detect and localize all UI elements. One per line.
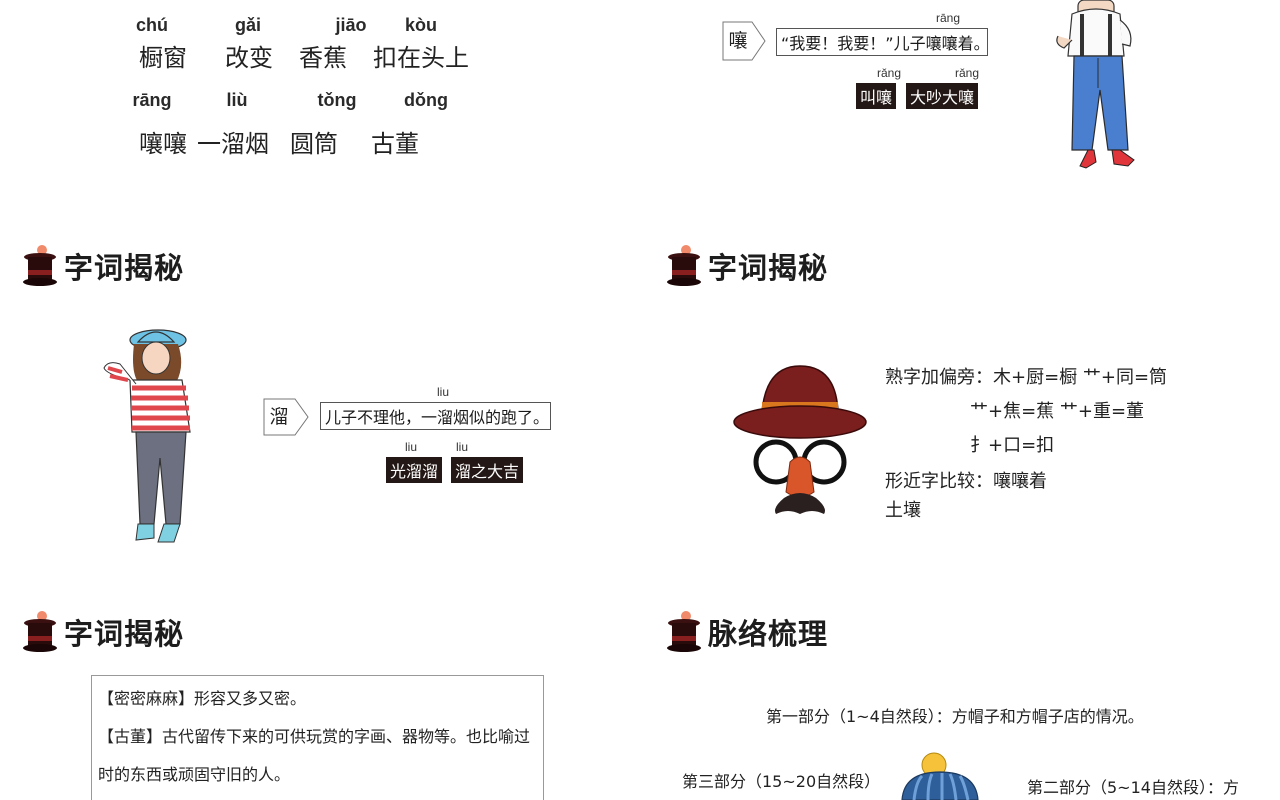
part-three-text: 第三部分（15~20自然段） [682,772,881,791]
section-heading: 脉络梳理 [666,607,828,657]
word-gudong: 古董 [371,130,419,158]
magic-top-hat-icon [667,611,701,652]
radical-line-3: 扌+口=扣 [970,435,1055,456]
chip-pinyin-1: liu [405,440,418,454]
definition-gudong-cont: 时的东西或顽固守旧的人。 [98,765,291,784]
disguise-hat-glasses-illustration [733,365,867,514]
part-two-text: 第二部分（5~14自然段）：方 [1027,778,1239,797]
chip-pinyin-1: rǎng [877,66,902,80]
section-heading: 字词揭秘 [22,607,184,657]
definition-gudong: 【古董】古代留传下来的可供玩赏的字画、器物等。也比喻过 [98,727,531,746]
pinyin-rang: rāng [132,90,172,110]
word-yuantong: 圆筒 [290,130,338,158]
word-xiangjiao: 香蕉 [299,44,347,72]
tag-rang: 嚷 [722,21,766,61]
word-rangrang: 嚷嚷 [139,130,187,158]
magic-top-hat-icon [667,245,701,286]
magic-top-hat-icon [23,611,57,652]
magic-top-hat-icon [23,245,57,286]
pinyin-dong: dǒng [404,90,448,110]
section-title: 字词揭秘 [64,251,185,285]
girl-illustration [103,329,191,543]
section-title: 脉络梳理 [708,617,829,651]
section-title: 字词揭秘 [64,617,185,651]
boy-illustration [1056,0,1135,169]
tag-liu: 溜 [263,398,309,436]
pinyin-chu: chú [135,15,168,35]
knit-beanie-illustration [901,752,979,800]
chip-pinyin-2: liu [456,440,469,454]
radical-line-1: 熟字加偏旁：木+厨=橱 艹+同=筒 [885,367,1168,388]
section-heading: 字词揭秘 [22,241,184,291]
word-kouzaitoushang: 扣在头上 [373,44,469,72]
example-sentence: “我要！我要！”儿子嚷嚷着。 [776,28,990,56]
definition-box: 【密密麻麻】形容又多又密。 【古董】古代留传下来的可供玩赏的字画、器物等。也比喻… [91,675,544,800]
section-title: 字词揭秘 [708,251,829,285]
similar-char-tuhrang: 土壤 [885,500,921,521]
word-chuchuang: 橱窗 [139,44,187,72]
example-sentence: 儿子不理他，一溜烟似的跑了。 [320,402,551,430]
pinyin-kou: kòu [404,15,437,35]
chip-jiaorang: 叫嚷 [856,83,897,109]
word-yiliuyan: 一溜烟 [197,130,269,158]
section-heading: 字词揭秘 [666,241,828,291]
radical-line-2: 艹+焦=蕉 艹+重=董 [970,401,1145,422]
chip-pinyin-2: rǎng [955,66,980,80]
sentence-pinyin: liu [437,385,450,399]
pinyin-gai: gǎi [234,15,261,35]
chip-guangliuliu: 光溜溜 [386,457,443,483]
sentence-pinyin: rāng [936,11,961,25]
pinyin-jiao: jiāo [335,15,367,35]
word-gaibian: 改变 [225,44,273,72]
chip-dachaodarang: 大吵大嚷 [906,83,979,109]
definition-mimimama: 【密密麻麻】形容又多又密。 [98,689,307,708]
chip-liuzhidaji: 溜之大吉 [451,457,524,483]
part-one-text: 第一部分（1~4自然段）：方帽子和方帽子店的情况。 [766,707,1144,726]
pinyin-tong: tǒng [317,90,357,110]
similar-char-line: 形近字比较：嚷嚷着 [885,471,1047,492]
pinyin-liu: liù [226,90,248,110]
